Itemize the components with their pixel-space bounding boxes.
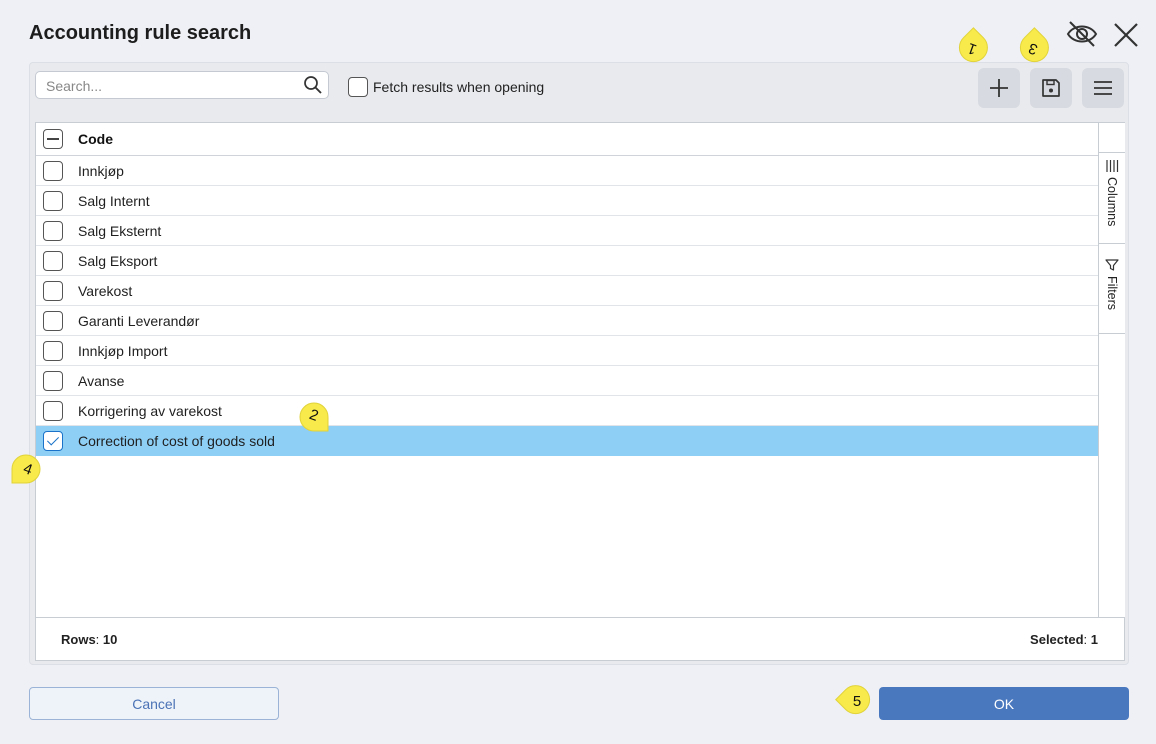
grid-header: Code [36, 123, 1098, 156]
results-grid: Code Innkjøp Salg Internt Salg Eksternt … [35, 122, 1125, 661]
table-row-selected[interactable]: Correction of cost of goods sold [36, 426, 1098, 456]
table-row[interactable]: Avanse [36, 366, 1098, 396]
table-row[interactable]: Garanti Leverandør [36, 306, 1098, 336]
dialog-title: Accounting rule search [29, 22, 252, 44]
filter-icon [1105, 259, 1119, 271]
menu-button[interactable] [1082, 68, 1124, 108]
close-icon[interactable] [1111, 20, 1141, 55]
row-code: Correction of cost of goods sold [78, 432, 275, 449]
fetch-on-open-label: Fetch results when opening [373, 79, 545, 95]
search-panel: Fetch results when opening Code [29, 62, 1129, 665]
grid-footer: Rows: 10 Selected: 1 [36, 617, 1124, 660]
callout-number: 5 [852, 692, 862, 710]
row-code: Avanse [78, 372, 125, 389]
hide-eye-icon[interactable] [1064, 18, 1100, 55]
row-checkbox[interactable] [43, 310, 63, 331]
fetch-on-open-checkbox[interactable] [348, 77, 368, 97]
table-row[interactable]: Salg Eksport [36, 246, 1098, 276]
cancel-button[interactable]: Cancel [29, 687, 279, 720]
table-row[interactable]: Salg Internt [36, 186, 1098, 216]
search-box[interactable] [35, 71, 329, 99]
table-row[interactable]: Korrigering av varekost [36, 396, 1098, 426]
row-checkbox[interactable] [43, 370, 63, 391]
row-code: Innkjøp Import [78, 342, 168, 359]
callout-marker-1: 1 [947, 24, 997, 74]
grid-body: Code Innkjøp Salg Internt Salg Eksternt … [36, 123, 1098, 617]
row-code: Salg Eksport [78, 252, 158, 269]
fetch-on-open-option[interactable]: Fetch results when opening [348, 77, 544, 97]
row-checkbox[interactable] [43, 220, 63, 241]
select-all-checkbox[interactable] [43, 129, 63, 149]
tab-filters[interactable]: Filters [1099, 244, 1125, 334]
table-row[interactable]: Innkjøp [36, 156, 1098, 186]
row-checkbox[interactable] [43, 280, 63, 301]
save-icon [1042, 79, 1060, 97]
table-row[interactable]: Salg Eksternt [36, 216, 1098, 246]
callout-marker-2: 2 [289, 390, 339, 440]
tab-filters-label: Filters [1105, 276, 1119, 311]
row-code: Innkjøp [78, 162, 124, 179]
search-icon[interactable] [303, 75, 323, 100]
callout-marker-5: 5 [832, 676, 882, 726]
selected-count: Selected: 1 [1030, 632, 1098, 647]
callout-marker-3: 3 [1008, 24, 1058, 74]
side-panel: Columns Filters [1098, 123, 1125, 617]
columns-icon [1106, 160, 1119, 172]
rows-count: Rows: 10 [61, 632, 118, 647]
row-code: Garanti Leverandør [78, 312, 200, 329]
row-checkbox[interactable] [43, 400, 63, 421]
tab-columns[interactable]: Columns [1099, 152, 1125, 244]
row-checkbox[interactable] [43, 160, 63, 181]
row-code: Korrigering av varekost [78, 402, 222, 419]
table-row[interactable]: Innkjøp Import [36, 336, 1098, 366]
row-checkbox[interactable] [43, 340, 63, 361]
plus-icon [990, 79, 1008, 97]
table-row[interactable]: Varekost [36, 276, 1098, 306]
row-checkbox[interactable] [43, 250, 63, 271]
row-code: Salg Internt [78, 192, 150, 209]
ok-button[interactable]: OK [879, 687, 1129, 720]
tab-columns-label: Columns [1105, 177, 1119, 227]
column-header-code[interactable]: Code [78, 131, 113, 147]
row-code: Salg Eksternt [78, 222, 162, 239]
callout-marker-4: 4 [3, 444, 53, 494]
row-code: Varekost [78, 282, 133, 299]
search-input[interactable] [44, 76, 294, 96]
hamburger-icon [1094, 81, 1112, 95]
row-checkbox[interactable] [43, 190, 63, 211]
